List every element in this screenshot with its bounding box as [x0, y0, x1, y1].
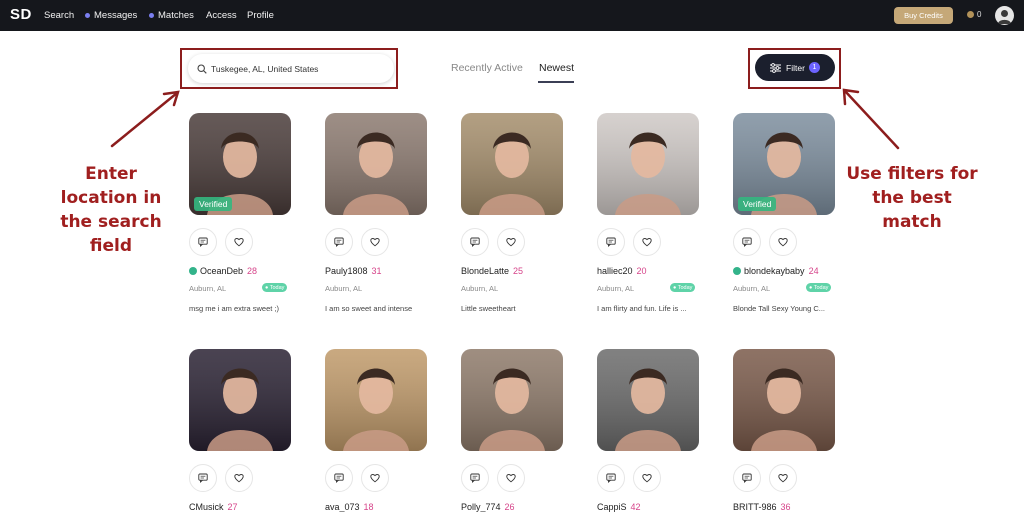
portrait-image [189, 349, 291, 451]
profile-age: 27 [227, 502, 238, 512]
favorite-button[interactable] [225, 228, 253, 256]
favorite-button[interactable] [361, 464, 389, 492]
profile-location: Auburn, AL [733, 284, 771, 293]
heart-icon [370, 474, 380, 483]
profile-bio: msg me i am extra sweet ;) [189, 304, 280, 313]
portrait-image [733, 349, 835, 451]
heart-icon [234, 474, 244, 483]
active-today-badge: ● Today [806, 283, 832, 292]
profile-username[interactable]: BlondeLatte 25 [461, 266, 523, 276]
profile-username[interactable]: BRITT-986 36 [733, 502, 791, 512]
heart-icon [370, 238, 380, 247]
chat-icon [470, 237, 480, 247]
profile-photo[interactable] [597, 113, 699, 215]
favorite-button[interactable] [361, 228, 389, 256]
verified-check-icon [189, 267, 197, 275]
profile-age: 31 [371, 266, 382, 276]
message-button[interactable] [733, 464, 761, 492]
favorite-button[interactable] [497, 464, 525, 492]
profile-photo[interactable] [597, 349, 699, 451]
heart-icon [778, 238, 788, 247]
profile-photo[interactable]: Verified [189, 113, 291, 215]
heart-icon [234, 238, 244, 247]
heart-icon [642, 474, 652, 483]
favorite-button[interactable] [633, 464, 661, 492]
profile-username[interactable]: blondekaybaby 24 [733, 266, 819, 276]
active-today-badge: ● Today [262, 283, 288, 292]
chat-icon [470, 473, 480, 483]
message-button[interactable] [189, 464, 217, 492]
profile-username[interactable]: ava_073 18 [325, 502, 374, 512]
profile-bio: Blonde Tall Sexy Young C... [733, 304, 826, 313]
heart-icon [506, 474, 516, 483]
profile-username[interactable]: halliec20 20 [597, 266, 647, 276]
profile-bio: Little sweetheart [461, 304, 516, 313]
profile-location: Auburn, AL [461, 284, 499, 293]
profile-photo[interactable] [733, 349, 835, 451]
profile-location: Auburn, AL [189, 284, 227, 293]
chat-icon [742, 237, 752, 247]
chat-icon [606, 473, 616, 483]
verified-badge: Verified [738, 197, 777, 211]
verified-badge: Verified [194, 197, 233, 211]
profile-photo[interactable] [325, 349, 427, 451]
profile-location: Auburn, AL [597, 284, 635, 293]
profile-age: 24 [808, 266, 819, 276]
profile-bio: I am flirty and fun. Life is ... [597, 304, 687, 313]
heart-icon [642, 238, 652, 247]
arrow-to-filter [842, 88, 900, 150]
message-button[interactable] [461, 464, 489, 492]
profile-age: 28 [247, 266, 258, 276]
favorite-button[interactable] [633, 228, 661, 256]
heart-icon [778, 474, 788, 483]
portrait-image [597, 349, 699, 451]
portrait-image [325, 113, 427, 215]
message-button[interactable] [597, 228, 625, 256]
profile-age: 36 [780, 502, 791, 512]
favorite-button[interactable] [769, 464, 797, 492]
portrait-image [597, 113, 699, 215]
profile-photo[interactable] [461, 113, 563, 215]
portrait-image [461, 349, 563, 451]
chat-icon [742, 473, 752, 483]
profile-photo[interactable]: Verified [733, 113, 835, 215]
profile-age: 18 [363, 502, 374, 512]
chat-icon [606, 237, 616, 247]
portrait-image [461, 113, 563, 215]
chat-icon [198, 473, 208, 483]
profile-photo[interactable] [461, 349, 563, 451]
message-button[interactable] [597, 464, 625, 492]
message-button[interactable] [461, 228, 489, 256]
verified-check-icon [733, 267, 741, 275]
heart-icon [506, 238, 516, 247]
message-button[interactable] [189, 228, 217, 256]
profile-age: 26 [504, 502, 515, 512]
chat-icon [198, 237, 208, 247]
profile-location: Auburn, AL [325, 284, 363, 293]
profile-username[interactable]: Polly_774 26 [461, 502, 515, 512]
profile-bio: I am so sweet and intense [325, 304, 413, 313]
portrait-image [325, 349, 427, 451]
profile-username[interactable]: CMusick 27 [189, 502, 238, 512]
message-button[interactable] [325, 228, 353, 256]
message-button[interactable] [733, 228, 761, 256]
chat-icon [334, 237, 344, 247]
favorite-button[interactable] [769, 228, 797, 256]
chat-icon [334, 473, 344, 483]
profile-username[interactable]: Pauly1808 31 [325, 266, 382, 276]
message-button[interactable] [325, 464, 353, 492]
favorite-button[interactable] [225, 464, 253, 492]
profile-username[interactable]: CappiS 42 [597, 502, 641, 512]
favorite-button[interactable] [497, 228, 525, 256]
profile-age: 20 [636, 266, 647, 276]
profile-age: 42 [630, 502, 641, 512]
active-today-badge: ● Today [670, 283, 696, 292]
profile-photo[interactable] [189, 349, 291, 451]
profile-photo[interactable] [325, 113, 427, 215]
profile-username[interactable]: OceanDeb 28 [189, 266, 257, 276]
profile-age: 25 [513, 266, 524, 276]
arrow-to-search [110, 90, 180, 148]
